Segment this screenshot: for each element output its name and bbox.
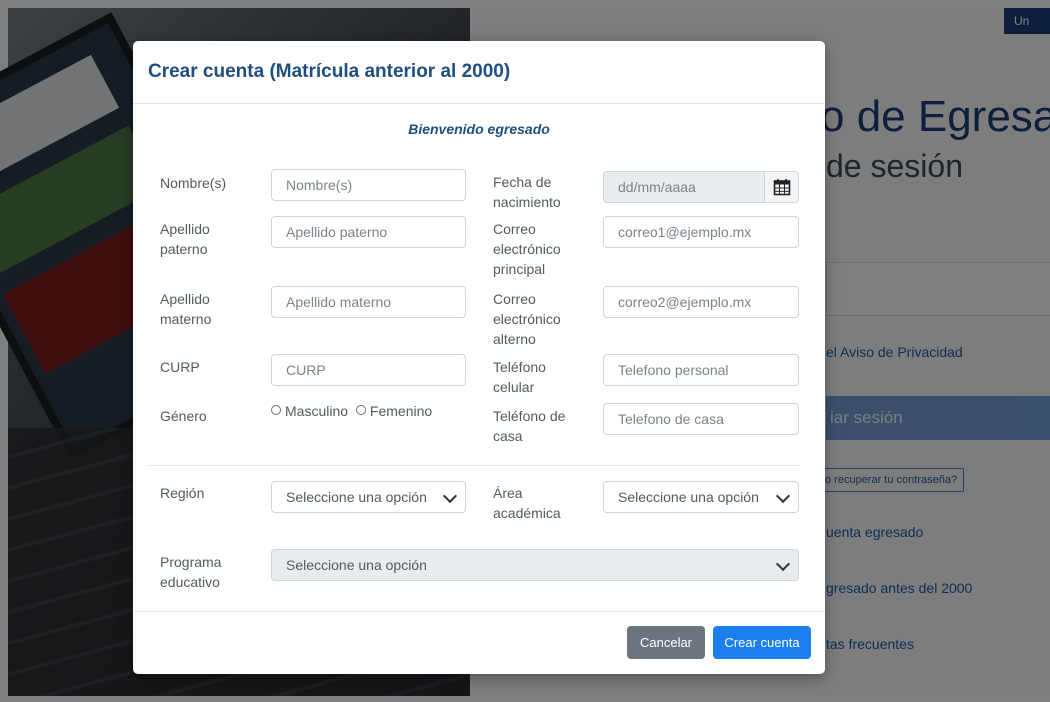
apellido-paterno-input[interactable] [271, 216, 466, 248]
correo-principal-input[interactable] [603, 216, 799, 248]
modal-header: Crear cuenta (Matrícula anterior al 2000… [133, 41, 825, 104]
apellido-materno-label: Apellido materno [160, 291, 212, 327]
radio-femenino[interactable]: Femenino [355, 403, 433, 419]
radio-masculino[interactable]: Masculino [271, 403, 348, 419]
create-account-modal: Crear cuenta (Matrícula anterior al 2000… [133, 41, 825, 674]
curp-input[interactable] [271, 354, 466, 386]
apellido-materno-input[interactable] [271, 286, 466, 318]
region-select-value: Seleccione una opción [286, 489, 427, 505]
cancel-button[interactable]: Cancelar [627, 626, 705, 659]
telefono-celular-label: Teléfono celular [493, 359, 546, 395]
modal-title: Crear cuenta (Matrícula anterior al 2000… [148, 61, 511, 82]
radio-circle-icon[interactable] [271, 405, 281, 415]
radio-masculino-label: Masculino [285, 403, 349, 419]
genero-radio-group: Masculino Femenino [271, 403, 432, 419]
radio-circle-icon[interactable] [355, 405, 366, 415]
correo-alterno-label: Correo electrónico alterno [493, 291, 561, 347]
telefono-celular-input[interactable] [603, 354, 799, 386]
genero-label: Género [160, 408, 207, 424]
correo-principal-label: Correo electrónico principal [493, 221, 561, 277]
area-academica-select[interactable]: Seleccione una opción [603, 481, 799, 513]
region-select[interactable]: Seleccione una opción [271, 481, 466, 513]
curp-label: CURP [160, 359, 200, 375]
calendar-button[interactable] [764, 171, 799, 203]
chevron-down-icon [775, 556, 791, 572]
apellido-paterno-label: Apellido paterno [160, 221, 210, 257]
fecha-nacimiento-label: Fecha de nacimiento [493, 174, 561, 210]
area-academica-label: Área académica [493, 485, 561, 521]
programa-educativo-select-value: Seleccione una opción [286, 557, 427, 573]
area-academica-select-value: Seleccione una opción [618, 489, 759, 505]
form-divider [148, 465, 800, 466]
nombre-label: Nombre(s) [160, 175, 227, 191]
calendar-icon [773, 179, 790, 196]
nombre-input[interactable] [271, 169, 466, 201]
programa-educativo-select[interactable]: Seleccione una opción [271, 549, 799, 581]
create-account-button[interactable]: Crear cuenta [713, 626, 811, 659]
programa-educativo-label: Programa educativo [160, 554, 222, 590]
fecha-nacimiento-input[interactable] [603, 171, 765, 203]
correo-alterno-input[interactable] [603, 286, 799, 318]
region-label: Región [160, 485, 205, 501]
chevron-down-icon [775, 488, 791, 504]
telefono-casa-input[interactable] [603, 403, 799, 435]
telefono-casa-label: Teléfono de casa [493, 408, 566, 444]
modal-footer-divider [133, 611, 825, 612]
chevron-down-icon [442, 488, 458, 504]
radio-femenino-label: Femenino [369, 403, 433, 419]
welcome-message: Bienvenido egresado [408, 121, 550, 137]
